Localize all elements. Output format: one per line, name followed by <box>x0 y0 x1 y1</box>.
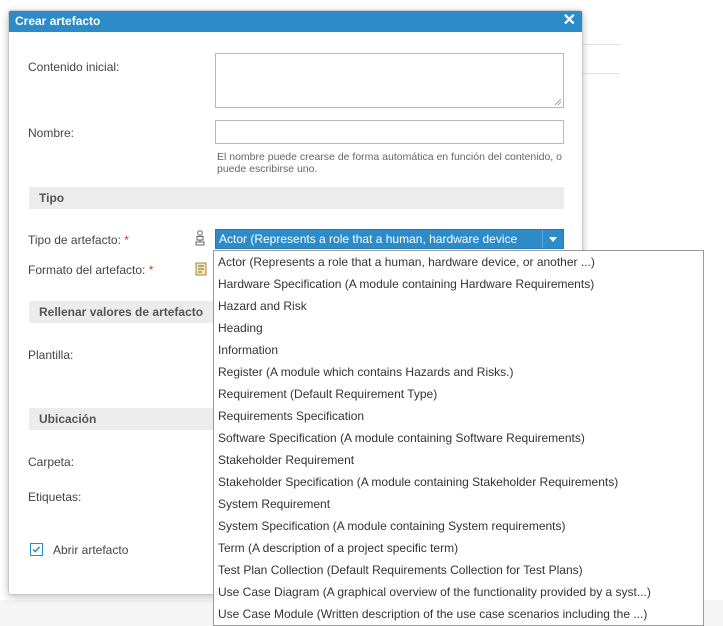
dropdown-option[interactable]: Requirement (Default Requirement Type) <box>218 387 437 401</box>
folder-label: Carpeta: <box>28 455 75 469</box>
dropdown-option[interactable]: Requirements Specification <box>218 409 364 423</box>
dropdown-option[interactable]: Information <box>218 343 278 357</box>
dropdown-option[interactable]: Hardware Specification (A module contain… <box>218 277 594 291</box>
dropdown-option[interactable]: Register (A module which contains Hazard… <box>218 365 513 379</box>
fill-values-section-title: Rellenar valores de artefacto <box>39 305 204 319</box>
name-label: Nombre: <box>28 126 75 140</box>
location-section-title: Ubicación <box>39 412 97 426</box>
dropdown-option[interactable]: Test Plan Collection (Default Requiremen… <box>218 563 583 577</box>
dropdown-option[interactable]: Use Case Module (Written description of … <box>218 607 647 621</box>
dropdown-option[interactable]: Heading <box>218 321 263 335</box>
dropdown-option[interactable]: System Specification (A module containin… <box>218 519 566 533</box>
chevron-down-icon[interactable] <box>542 230 563 248</box>
artifact-format-label-text: Formato del artefacto: <box>28 263 146 277</box>
type-section-title: Tipo <box>39 191 65 205</box>
dialog-titlebar: Crear artefacto ✕ <box>9 11 582 32</box>
dropdown-option[interactable]: Use Case Diagram (A graphical overview o… <box>218 585 651 599</box>
person-hierarchy-icon <box>195 230 205 246</box>
artifact-type-label-text: Tipo de artefacto: <box>28 233 121 247</box>
dropdown-option[interactable]: Hazard and Risk <box>218 299 307 313</box>
dropdown-option[interactable]: Term (A description of a project specifi… <box>218 541 458 555</box>
dropdown-option[interactable]: Software Specification (A module contain… <box>218 431 585 445</box>
open-artifact-label[interactable]: Abrir artefacto <box>53 543 128 557</box>
dropdown-option[interactable]: Actor (Represents a role that a human, h… <box>218 255 595 269</box>
name-input[interactable] <box>215 120 564 144</box>
name-hint: El nombre puede crearse de forma automát… <box>217 151 562 175</box>
template-label: Plantilla: <box>28 348 74 362</box>
artifact-type-dropdown-list: Actor (Represents a role that a human, h… <box>213 250 704 626</box>
tags-label: Etiquetas: <box>28 490 82 504</box>
dropdown-option[interactable]: System Requirement <box>218 497 330 511</box>
artifact-type-select[interactable]: Actor (Represents a role that a human, h… <box>215 229 564 249</box>
checkmark-icon <box>32 546 41 553</box>
dropdown-option[interactable]: Stakeholder Requirement <box>218 453 354 467</box>
initial-content-textarea[interactable] <box>215 53 564 108</box>
background-divider <box>583 73 620 74</box>
artifact-format-label: Formato del artefacto: * <box>28 263 153 277</box>
dialog-title: Crear artefacto <box>15 14 101 28</box>
required-marker: * <box>124 233 129 247</box>
dropdown-option[interactable]: Stakeholder Specification (A module cont… <box>218 475 618 489</box>
required-marker: * <box>148 263 154 277</box>
open-artifact-checkbox[interactable] <box>30 543 43 556</box>
document-icon <box>195 262 207 276</box>
resize-handle-icon[interactable] <box>554 98 562 106</box>
background-divider <box>583 44 620 45</box>
close-icon[interactable]: ✕ <box>563 12 576 30</box>
initial-content-label: Contenido inicial: <box>28 60 120 74</box>
type-section-header: Tipo <box>29 187 564 209</box>
artifact-type-label: Tipo de artefacto: * <box>28 233 129 247</box>
artifact-type-selected-value: Actor (Represents a role that a human, h… <box>219 232 518 246</box>
